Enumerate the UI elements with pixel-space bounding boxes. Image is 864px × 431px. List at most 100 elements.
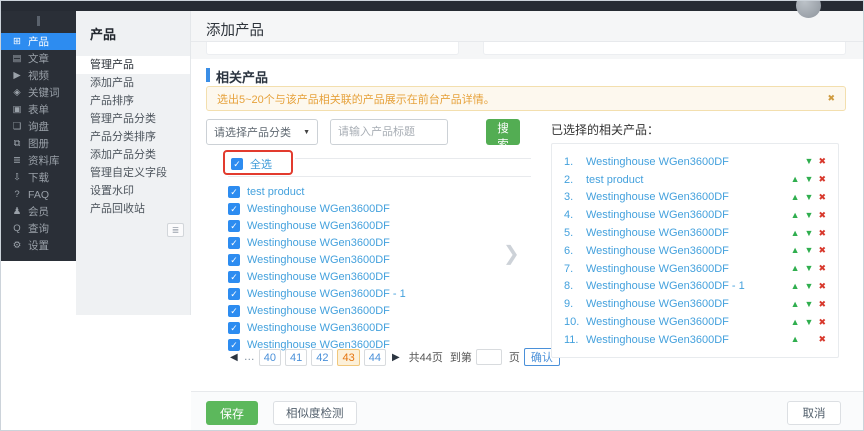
selected-product-link[interactable]: Westinghouse WGen3600DF <box>586 334 791 346</box>
move-up-icon[interactable]: ▲ <box>791 174 800 185</box>
product-link[interactable]: Westinghouse WGen3600DF <box>247 254 390 266</box>
move-up-icon[interactable]: ▲ <box>791 192 800 203</box>
subsidebar-item-recycle-bin[interactable]: 产品回收站 <box>76 200 190 218</box>
subsidebar-item-manage-products[interactable]: 管理产品 <box>76 56 190 74</box>
move-up-icon[interactable]: ▲ <box>791 299 800 310</box>
sidebar-item-search[interactable]: Q查询 <box>1 220 76 237</box>
product-link[interactable]: Westinghouse WGen3600DF <box>247 220 390 232</box>
remove-icon[interactable]: ✖ <box>818 174 826 185</box>
selected-product-link[interactable]: Westinghouse WGen3600DF <box>586 227 791 239</box>
move-down-icon[interactable]: ▼ <box>805 263 814 274</box>
product-list-item[interactable]: ✓ Westinghouse WGen3600DF <box>228 302 406 319</box>
move-down-icon[interactable]: ▼ <box>805 228 814 239</box>
save-button[interactable]: 保存 <box>206 401 258 425</box>
sidebar-item-products[interactable]: ⊞产品 <box>1 33 76 50</box>
search-button[interactable]: 搜索 <box>486 119 520 145</box>
selected-product-link[interactable]: Westinghouse WGen3600DF <box>586 245 791 257</box>
product-checkbox[interactable]: ✓ <box>228 203 240 215</box>
sidebar-item-downloads[interactable]: ⇩下载 <box>1 169 76 186</box>
remove-icon[interactable]: ✖ <box>818 317 826 328</box>
prev-page-icon[interactable]: ◀ <box>228 352 240 363</box>
remove-icon[interactable]: ✖ <box>818 210 826 221</box>
page-button-41[interactable]: 41 <box>285 349 307 366</box>
page-button-44[interactable]: 44 <box>364 349 386 366</box>
product-link[interactable]: Westinghouse WGen3600DF <box>247 271 390 283</box>
remove-icon[interactable]: ✖ <box>818 299 826 310</box>
selected-product-link[interactable]: Westinghouse WGen3600DF <box>586 191 791 203</box>
remove-icon[interactable]: ✖ <box>818 245 826 256</box>
subsidebar-item-manage-categories[interactable]: 管理产品分类 <box>76 110 190 128</box>
next-page-icon[interactable]: ▶ <box>390 352 402 363</box>
product-list-item[interactable]: ✓Westinghouse WGen3600DF <box>228 217 406 234</box>
product-list-item[interactable]: ✓ Westinghouse WGen3600DF - 1 <box>228 285 406 302</box>
selected-product-link[interactable]: Westinghouse WGen3600DF <box>586 298 791 310</box>
sidebar-collapse-toggle-icon[interactable]: ≣ <box>167 223 184 237</box>
goto-page-input[interactable] <box>476 349 502 365</box>
category-select[interactable]: 请选择产品分类 ▼ <box>206 119 318 145</box>
move-up-icon[interactable]: ▲ <box>791 281 800 292</box>
cancel-button[interactable]: 取消 <box>787 401 841 425</box>
product-link[interactable]: Westinghouse WGen3600DF <box>247 322 390 334</box>
selected-product-link[interactable]: Westinghouse WGen3600DF <box>586 316 791 328</box>
product-list-item[interactable]: ✓ Westinghouse WGen3600DF <box>228 200 406 217</box>
subsidebar-item-category-sort[interactable]: 产品分类排序 <box>76 128 190 146</box>
subsidebar-item-product-sort[interactable]: 产品排序 <box>76 92 190 110</box>
page-button-42[interactable]: 42 <box>311 349 333 366</box>
move-down-icon[interactable]: ▼ <box>805 156 814 167</box>
sidebar-item-videos[interactable]: ▶视频 <box>1 67 76 84</box>
product-list-item[interactable]: ✓ Westinghouse WGen3600DF <box>228 251 406 268</box>
selected-product-link[interactable]: Westinghouse WGen3600DF <box>586 156 791 168</box>
similarity-check-button[interactable]: 相似度检测 <box>273 401 357 425</box>
product-link[interactable]: Westinghouse WGen3600DF - 1 <box>247 288 406 300</box>
product-checkbox[interactable]: ✓ <box>228 237 240 249</box>
product-link[interactable]: test product <box>247 186 304 198</box>
selected-product-link[interactable]: Westinghouse WGen3600DF <box>586 263 791 275</box>
move-down-icon[interactable]: ▼ <box>805 281 814 292</box>
remove-icon[interactable]: ✖ <box>818 156 826 167</box>
sidebar-item-keywords[interactable]: ◈关键词 <box>1 84 76 101</box>
sidebar-item-library[interactable]: ≣资料库 <box>1 152 76 169</box>
move-down-icon[interactable]: ▼ <box>805 299 814 310</box>
product-checkbox[interactable]: ✓ <box>228 305 240 317</box>
move-up-icon[interactable]: ▲ <box>791 263 800 274</box>
sidebar-item-albums[interactable]: ⧉图册 <box>1 135 76 152</box>
product-list-item[interactable]: ✓ test product <box>228 183 406 200</box>
product-checkbox[interactable]: ✓ <box>228 254 240 266</box>
subsidebar-item-manage-custom-fields[interactable]: 管理自定义字段 <box>76 164 190 182</box>
sidebar-item-members[interactable]: ♟会员 <box>1 203 76 220</box>
product-link[interactable]: Westinghouse WGen3600DF <box>247 237 390 249</box>
move-up-icon[interactable]: ▲ <box>791 210 800 221</box>
selected-product-link[interactable]: test product <box>586 174 791 186</box>
product-checkbox[interactable]: ✓ <box>228 186 240 198</box>
sidebar-item-forms[interactable]: ▣表单 <box>1 101 76 118</box>
move-down-icon[interactable]: ▼ <box>805 174 814 185</box>
product-checkbox[interactable]: ✓ <box>228 322 240 334</box>
product-checkbox[interactable]: ✓ <box>228 288 240 300</box>
move-down-icon[interactable]: ▼ <box>805 192 814 203</box>
sidebar-item-faq[interactable]: ?FAQ <box>1 186 76 203</box>
subsidebar-item-add-product[interactable]: 添加产品 <box>76 74 190 92</box>
move-up-icon[interactable]: ▲ <box>791 245 800 256</box>
sidebar-item-inquiries[interactable]: ❏询盘 <box>1 118 76 135</box>
selected-product-link[interactable]: Westinghouse WGen3600DF <box>586 209 791 221</box>
move-down-icon[interactable]: ▼ <box>805 317 814 328</box>
move-down-icon[interactable]: ▼ <box>805 245 814 256</box>
selected-product-link[interactable]: Westinghouse WGen3600DF - 1 <box>586 280 791 292</box>
product-list-item[interactable]: ✓ Westinghouse WGen3600DF <box>228 268 406 285</box>
product-link[interactable]: Westinghouse WGen3600DF <box>247 305 390 317</box>
move-up-icon[interactable]: ▲ <box>791 317 800 328</box>
move-down-icon[interactable]: ▼ <box>805 210 814 221</box>
sidebar-item-settings[interactable]: ⚙设置 <box>1 237 76 254</box>
product-link[interactable]: Westinghouse WGen3600DF <box>247 203 390 215</box>
remove-icon[interactable]: ✖ <box>818 334 826 345</box>
move-up-icon[interactable]: ▲ <box>791 228 800 239</box>
product-list-item[interactable]: ✓ Westinghouse WGen3600DF <box>228 234 406 251</box>
subsidebar-item-watermark[interactable]: 设置水印 <box>76 182 190 200</box>
product-checkbox[interactable]: ✓ <box>228 271 240 283</box>
product-list-item[interactable]: ✓ Westinghouse WGen3600DF <box>228 319 406 336</box>
subsidebar-item-add-category[interactable]: 添加产品分类 <box>76 146 190 164</box>
remove-icon[interactable]: ✖ <box>818 281 826 292</box>
expand-chevron-icon[interactable]: ❯ <box>503 241 520 266</box>
remove-icon[interactable]: ✖ <box>818 192 826 203</box>
move-up-icon[interactable]: ▲ <box>791 334 800 345</box>
